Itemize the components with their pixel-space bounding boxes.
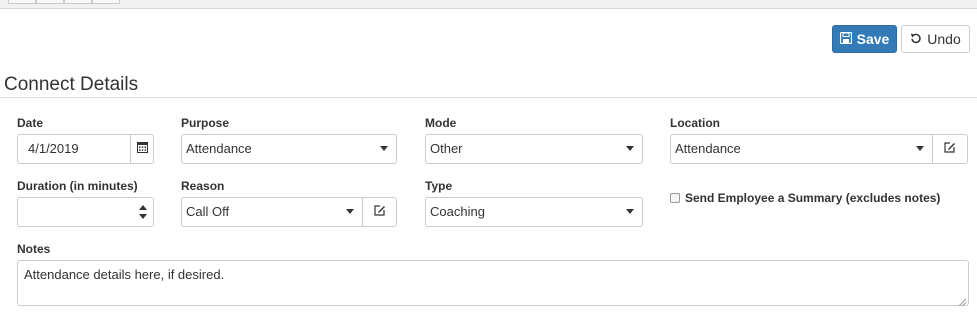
undo-label: Undo [927, 31, 961, 47]
send-summary-label[interactable]: Send Employee a Summary (excludes notes) [685, 191, 940, 205]
caret-down-icon [626, 146, 634, 151]
section-divider [0, 97, 977, 98]
type-value: Coaching [430, 204, 485, 219]
toolbar-segment[interactable] [36, 0, 64, 4]
location-select[interactable]: Attendance [670, 134, 933, 164]
date-input[interactable]: 4/1/2019 [17, 134, 131, 164]
location-label: Location [670, 116, 720, 130]
notes-textarea[interactable]: Attendance details here, if desired. [17, 260, 969, 306]
top-toolbar-strip [0, 0, 977, 9]
mode-select[interactable]: Other [425, 134, 643, 164]
caret-down-icon [380, 146, 388, 151]
caret-down-icon [346, 209, 354, 214]
floppy-disk-icon [839, 31, 852, 47]
location-edit-button[interactable] [932, 134, 968, 164]
reason-edit-button[interactable] [362, 197, 397, 227]
calendar-button[interactable] [130, 134, 154, 164]
send-summary-checkbox[interactable] [670, 193, 680, 203]
type-select[interactable]: Coaching [425, 197, 643, 227]
undo-button[interactable]: Undo [901, 25, 970, 53]
mode-label: Mode [425, 116, 457, 130]
toolbar-segment[interactable] [8, 0, 36, 4]
save-button[interactable]: Save [832, 25, 897, 53]
spinner-arrows-icon[interactable] [139, 205, 147, 222]
notes-label: Notes [17, 242, 51, 256]
save-label: Save [856, 31, 890, 47]
purpose-value: Attendance [186, 141, 252, 156]
purpose-select[interactable]: Attendance [181, 134, 397, 164]
reason-select[interactable]: Call Off [181, 197, 363, 227]
duration-input[interactable] [17, 197, 154, 227]
caret-down-icon [916, 146, 924, 151]
section-title: Connect Details [4, 74, 139, 95]
calendar-icon [136, 140, 148, 158]
location-value: Attendance [675, 141, 741, 156]
toolbar-segment[interactable] [92, 0, 120, 4]
reason-label: Reason [181, 179, 225, 193]
duration-label: Duration (in minutes) [17, 179, 138, 193]
toolbar-segment[interactable] [64, 0, 92, 4]
type-label: Type [425, 179, 453, 193]
date-value: 4/1/2019 [28, 141, 79, 156]
reason-value: Call Off [186, 204, 230, 219]
resize-grip-icon[interactable] [957, 294, 967, 307]
edit-icon [373, 203, 386, 221]
mode-value: Other [430, 141, 463, 156]
edit-icon [944, 140, 956, 158]
date-label: Date [17, 116, 44, 130]
caret-down-icon [626, 209, 634, 214]
undo-icon [910, 31, 922, 47]
purpose-label: Purpose [181, 116, 230, 130]
